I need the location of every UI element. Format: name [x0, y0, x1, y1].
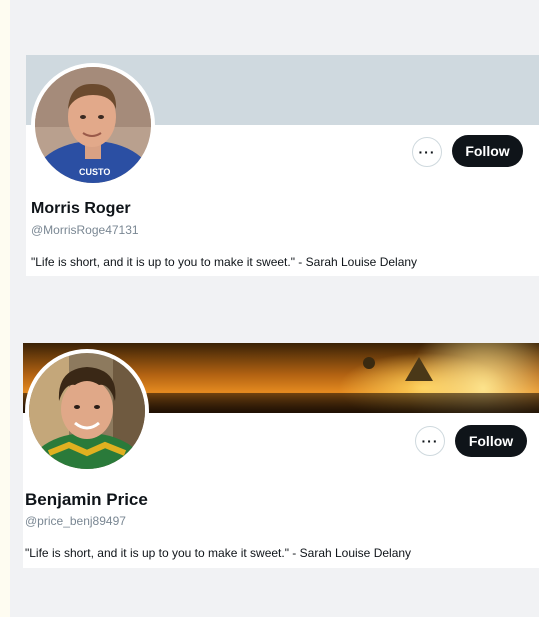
banner-sign-pole: [363, 357, 375, 369]
profile-name: Benjamin Price: [25, 490, 148, 509]
avatar[interactable]: CUSTO: [31, 63, 155, 187]
profile-bio: "Life is short, and it is up to you to m…: [31, 255, 418, 269]
more-options-button[interactable]: ···: [415, 426, 445, 456]
avatar[interactable]: [25, 349, 149, 473]
follow-button[interactable]: Follow: [452, 135, 523, 167]
profile-name: Morris Roger: [31, 200, 131, 217]
follow-button[interactable]: Follow: [455, 425, 527, 457]
profile-bio: "Life is short, and it is up to you to m…: [25, 546, 412, 560]
more-options-button[interactable]: ···: [412, 137, 442, 167]
profile-handle: @MorrisRoge47131: [31, 223, 139, 237]
more-icon: ···: [421, 433, 439, 449]
shirt-text: CUSTO: [79, 167, 110, 177]
avatar-photo: CUSTO: [35, 67, 151, 183]
banner-warning-sign: [405, 357, 433, 381]
profile-card-benjamin-price: ··· Follow Benjamin Price @price_benj894…: [23, 343, 539, 568]
more-icon: ···: [418, 144, 436, 160]
avatar-photo: [29, 353, 145, 469]
profile-handle: @price_benj89497: [25, 514, 126, 528]
profile-card-morris-roger: CUSTO ··· Follow Morris Roger @MorrisRog…: [26, 55, 539, 276]
